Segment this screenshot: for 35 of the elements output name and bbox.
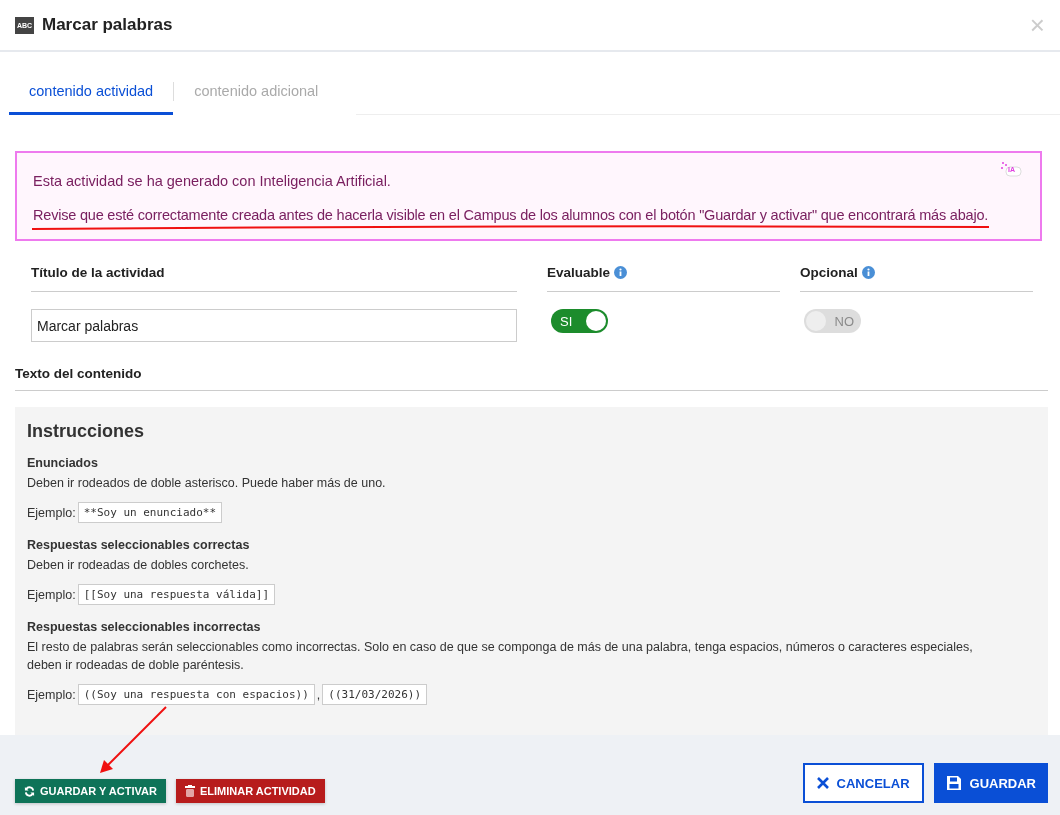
code-example: ((Soy una respuesta con espacios)): [77, 684, 315, 705]
code-example: [[Soy una respuesta válida]]: [77, 584, 276, 605]
field-label: Evaluable: [547, 264, 611, 280]
section-description: Deben ir rodeados de doble asterisco. Puede haber más de uno.: [27, 475, 387, 492]
delete-button[interactable]: ELIMINAR ACTIVIDAD: [175, 779, 325, 803]
section-title: Enunciados: [27, 456, 99, 470]
save-activate-button[interactable]: GUARDAR Y ACTIVAR: [15, 779, 166, 803]
close-icon: [816, 777, 829, 789]
info-icon[interactable]: [861, 265, 875, 279]
separator-comma: ,: [316, 687, 321, 702]
section-label: Texto del contenido: [15, 366, 1048, 391]
tab[interactable]: contenido actividad: [9, 70, 174, 115]
toggle-switch[interactable]: SI: [551, 309, 608, 333]
field-label: Opcional: [800, 264, 858, 280]
example-label: Ejemplo:: [27, 687, 76, 702]
section-description: Deben ir rodeadas de dobles corchetes.: [27, 557, 250, 574]
window-title: Marcar palabras: [42, 15, 173, 35]
code-example: **Soy un enunciado**: [77, 502, 223, 523]
info-icon[interactable]: [614, 265, 628, 279]
arrow-annotation: [98, 705, 170, 775]
instructions-heading: Instrucciones: [27, 421, 146, 442]
cancel-button[interactable]: CANCELAR: [802, 763, 924, 803]
code-example: ((31/03/2026)): [322, 684, 427, 705]
section-description: El resto de palabras serán seleccionables como incorrectas. Solo en caso de que se componga de más de una palabra, tenga espacios, números o caracteres especiales, deben ir rodeadas de doble paréntesis.: [27, 639, 974, 674]
example-label: Ejemplo:: [27, 587, 76, 602]
notice-text: Revise que esté correctamente creada antes de hacerla visible en el Campus de los alumnos con el botón "Guardar y activar" que encontrará más abajo.: [33, 206, 990, 225]
refresh-icon: [24, 785, 35, 797]
title-input[interactable]: Marcar palabras: [31, 309, 517, 342]
trash-icon: [184, 785, 195, 797]
example-label: Ejemplo:: [27, 505, 76, 520]
section-title: Respuestas seleccionables correctas: [27, 538, 251, 552]
field-label: Título de la actividad: [31, 261, 517, 292]
save-button[interactable]: GUARDAR: [933, 763, 1048, 803]
section-title: Respuestas seleccionables incorrectas: [27, 620, 262, 634]
notice-text: Esta actividad se ha generado con Inteligencia Artificial.: [33, 172, 392, 191]
